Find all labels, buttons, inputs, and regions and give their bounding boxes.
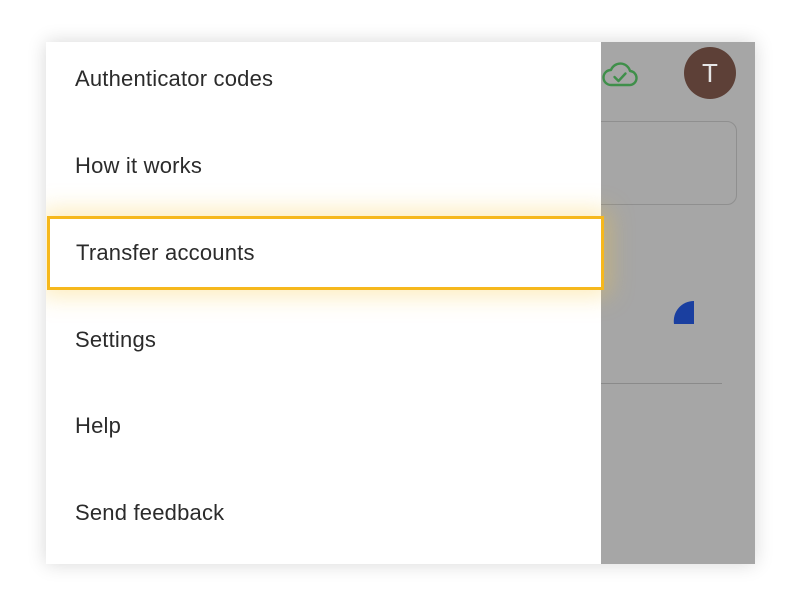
menu-item-label: Transfer accounts [76, 240, 255, 265]
cloud-check-icon[interactable] [602, 59, 638, 89]
divider [601, 383, 722, 384]
menu-item-label: Help [75, 413, 122, 438]
menu-item-label: Send feedback [75, 500, 225, 525]
countdown-timer-icon [673, 300, 694, 324]
menu-item-transfer-accounts[interactable]: Transfer accounts [47, 216, 604, 290]
menu-item-label: Authenticator codes [75, 66, 274, 91]
app-window: T Authenticator codes How it works Trans… [46, 42, 755, 564]
menu-item-label: How it works [75, 153, 203, 178]
menu-item-settings[interactable]: Settings [46, 303, 601, 377]
menu-item-help[interactable]: Help [46, 389, 601, 463]
menu-item-how-it-works[interactable]: How it works [46, 129, 601, 203]
menu-item-send-feedback[interactable]: Send feedback [46, 476, 601, 550]
menu-item-label: Settings [75, 327, 157, 352]
account-avatar[interactable]: T [684, 47, 736, 99]
menu-item-authenticator-codes[interactable]: Authenticator codes [46, 42, 601, 116]
navigation-drawer: Authenticator codes How it works Transfe… [46, 42, 604, 564]
